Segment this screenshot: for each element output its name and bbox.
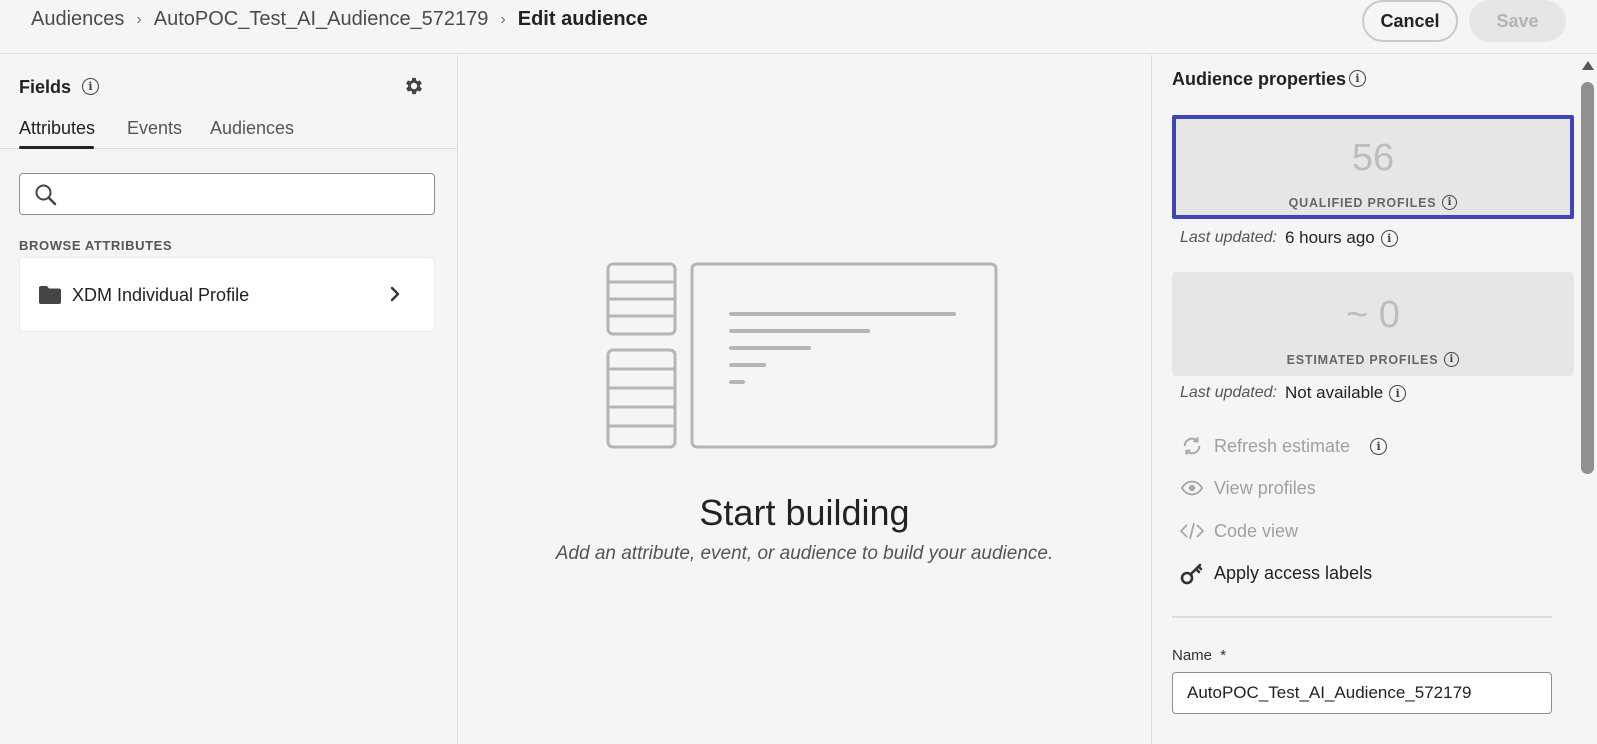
gear-icon[interactable]	[403, 75, 425, 97]
breadcrumb-separator: ›	[136, 10, 142, 28]
cancel-button[interactable]: Cancel	[1362, 0, 1458, 42]
save-button[interactable]: Save	[1469, 0, 1566, 42]
search-field[interactable]	[19, 173, 435, 215]
info-icon[interactable]: i	[1380, 229, 1398, 247]
empty-state-title: Start building	[699, 492, 910, 533]
qualified-last-updated: Last updated: 6 hours ago i	[1180, 228, 1398, 248]
name-input[interactable]: AutoPOC_Test_AI_Audience_572179	[1172, 672, 1552, 714]
view-profiles-button[interactable]: View profiles	[1180, 476, 1316, 500]
info-icon[interactable]: i	[1349, 70, 1366, 87]
breadcrumb: Audiences › AutoPOC_Test_AI_Audience_572…	[31, 8, 648, 31]
tab-events[interactable]: Events	[127, 118, 182, 139]
last-updated-key: Last updated:	[1180, 229, 1277, 246]
refresh-estimate-button[interactable]: Refresh estimate i	[1180, 434, 1388, 458]
required-asterisk: *	[1220, 647, 1227, 664]
info-icon[interactable]: i	[1442, 195, 1458, 210]
info-icon[interactable]: i	[1389, 384, 1407, 402]
apply-access-labels-label: Apply access labels	[1214, 562, 1373, 583]
refresh-estimate-label: Refresh estimate	[1214, 435, 1351, 456]
info-icon[interactable]: i	[1444, 352, 1460, 367]
code-icon	[1180, 519, 1204, 543]
refresh-icon	[1180, 434, 1204, 458]
name-label-text: Name	[1172, 647, 1213, 664]
browse-item-xdm-individual-profile[interactable]: XDM Individual Profile	[19, 257, 435, 332]
estimated-profiles-count: ~ 0	[1346, 294, 1400, 336]
info-icon[interactable]: i	[1370, 437, 1388, 455]
tab-audiences[interactable]: Audiences	[210, 118, 294, 139]
breadcrumb-separator: ›	[500, 10, 506, 28]
code-view-label: Code view	[1214, 520, 1299, 541]
builder-canvas[interactable]: Start building Add an attribute, event, …	[459, 55, 1150, 744]
scrollbar[interactable]	[1578, 55, 1597, 744]
code-view-button[interactable]: Code view	[1180, 519, 1298, 543]
estimated-profiles-label: ESTIMATED PROFILES	[1286, 352, 1439, 367]
last-updated-key: Last updated:	[1180, 384, 1277, 401]
scroll-up-arrow-icon[interactable]	[1582, 61, 1594, 70]
tab-attributes[interactable]: Attributes	[19, 118, 95, 139]
divider	[1172, 616, 1552, 618]
fields-tabs: Attributes Events Audiences	[0, 113, 458, 149]
last-updated-value: Not available	[1284, 383, 1384, 402]
qualified-profiles-count: 56	[1351, 137, 1395, 179]
qualified-profiles-label: QUALIFIED PROFILES	[1288, 195, 1437, 210]
folder-icon	[39, 286, 61, 304]
fields-title: Fields	[19, 77, 72, 97]
chevron-right-icon	[390, 286, 400, 302]
name-field-label: Name *	[1172, 647, 1226, 664]
breadcrumb-audiences[interactable]: Audiences	[31, 8, 124, 31]
estimated-last-updated: Last updated: Not available i	[1180, 383, 1407, 403]
search-icon	[35, 184, 57, 206]
estimated-profiles-card: ~ 0 ESTIMATED PROFILES i	[1172, 272, 1574, 376]
audience-properties-title: Audience properties	[1172, 69, 1347, 89]
breadcrumb-audience-name[interactable]: AutoPOC_Test_AI_Audience_572179	[154, 8, 489, 31]
last-updated-value: 6 hours ago	[1284, 228, 1375, 247]
apply-access-labels-button[interactable]: Apply access labels	[1180, 561, 1372, 585]
info-icon[interactable]: i	[82, 78, 99, 95]
eye-icon	[1180, 476, 1204, 500]
browse-attributes-label: BROWSE ATTRIBUTES	[19, 238, 173, 253]
browse-item-label: XDM Individual Profile	[72, 285, 250, 305]
qualified-profiles-card[interactable]: 56 QUALIFIED PROFILES i	[1172, 115, 1574, 219]
breadcrumb-current: Edit audience	[517, 8, 648, 30]
audience-properties-panel: Audience properties i 56 QUALIFIED PROFI…	[1151, 55, 1597, 744]
scrollbar-thumb[interactable]	[1581, 82, 1594, 474]
empty-state-illustration	[606, 262, 998, 449]
fields-panel: Fields i Attributes Events Audiences BRO…	[0, 55, 458, 744]
active-tab-indicator	[19, 146, 94, 149]
key-icon	[1180, 561, 1204, 585]
estimated-profiles-caption: ESTIMATED PROFILES i	[1172, 352, 1574, 367]
search-input[interactable]	[68, 180, 418, 208]
view-profiles-label: View profiles	[1214, 477, 1316, 498]
top-bar: Audiences › AutoPOC_Test_AI_Audience_572…	[0, 0, 1597, 54]
qualified-profiles-caption: QUALIFIED PROFILES i	[1176, 195, 1570, 210]
empty-state-subtitle: Add an attribute, event, or audience to …	[555, 543, 1054, 564]
